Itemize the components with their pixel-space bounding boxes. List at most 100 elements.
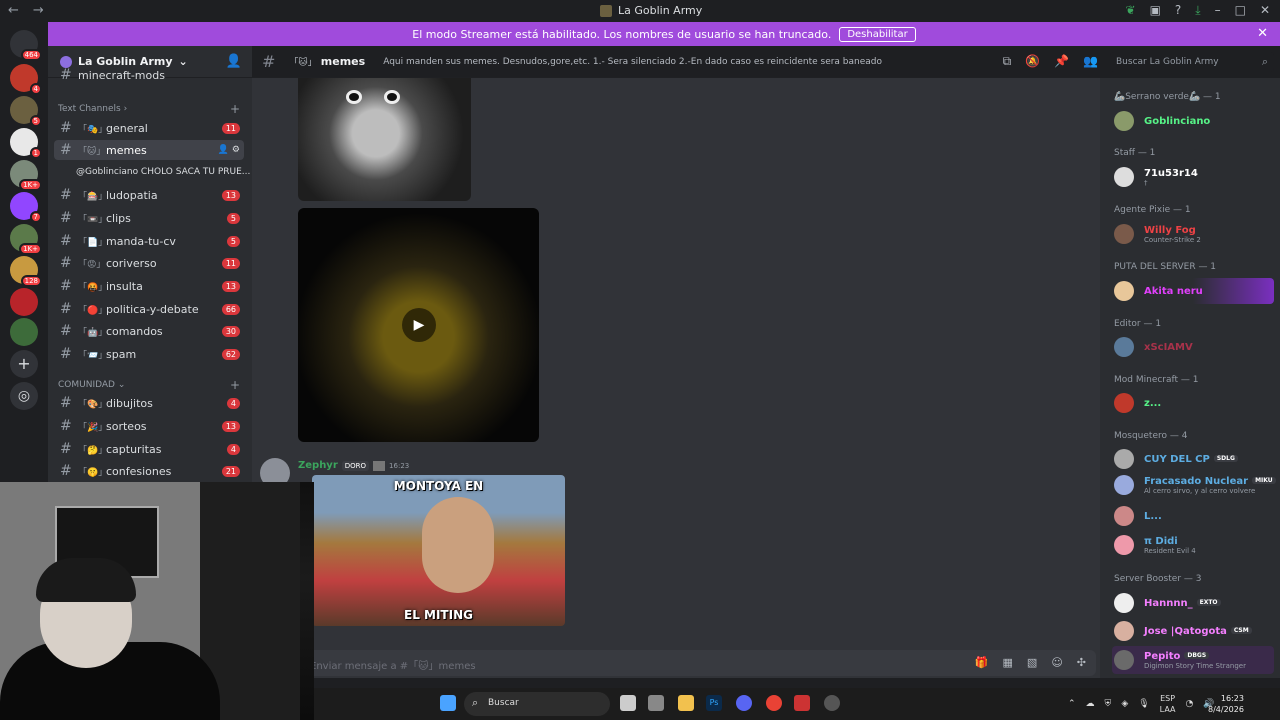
hash-icon: # — [60, 463, 72, 479]
thread-item[interactable]: @Goblinciano CHOLO SACA TU PRUE... — [76, 167, 250, 177]
channel-item[interactable]: # 「📄」 manda-tu-cv 5 — [54, 231, 244, 251]
channel-item[interactable]: # 「🔴」 politica-y-debate 66 — [54, 299, 244, 319]
emoji-icon[interactable]: ☺ — [1051, 656, 1062, 669]
server-icon[interactable]: 1K+ — [10, 224, 42, 255]
video-attachment[interactable]: ▶ — [298, 208, 539, 442]
banner-close-icon[interactable]: ✕ — [1257, 26, 1268, 41]
member-item[interactable]: Fracasado Nuclear MIKU Al cerro sirvo, y a… — [1112, 472, 1276, 498]
taskbar-clock[interactable]: 16:23 8/4/2026 — [1208, 693, 1244, 715]
invite-icon[interactable]: 👤 — [226, 54, 242, 69]
server-icon[interactable]: 1 — [10, 128, 42, 159]
help-icon[interactable]: ? — [1175, 3, 1181, 18]
wifi-icon[interactable]: ◔ — [1185, 699, 1193, 709]
search-input[interactable]: Buscar La Goblin Army ⌕ — [1110, 52, 1274, 72]
member-item[interactable]: 71u53r14 † — [1112, 164, 1276, 190]
channel-item[interactable]: # 「📨」 spam 62 — [54, 344, 244, 364]
server-icon[interactable] — [10, 318, 38, 346]
channel-item[interactable]: # 「🤫」 confesiones 21 — [54, 461, 244, 481]
cloud-icon[interactable]: ☁ — [1086, 699, 1095, 709]
taskbar-search[interactable]: ⌕ Buscar — [464, 692, 610, 716]
channel-item[interactable]: # 「🤬」 insulta 13 — [54, 276, 244, 296]
channel-item-active[interactable]: # 「🐱」 memes 👤 ⚙ — [54, 140, 244, 160]
minimize-icon[interactable]: – — [1215, 3, 1221, 18]
task-view-icon[interactable] — [620, 695, 636, 711]
role-header: Editor — 1 — [1114, 319, 1162, 329]
download-icon[interactable]: ⤓ — [1195, 3, 1200, 18]
maximize-icon[interactable]: □ — [1235, 3, 1246, 18]
channel-item[interactable]: # 「🎭」 general 11 — [54, 118, 244, 138]
leaf-icon[interactable]: ❦ — [1126, 3, 1136, 18]
message-input[interactable]: Enviar mensaje a #「🐱」memes 🎁 ▦ ▧ ☺ ✣ — [300, 650, 1096, 676]
mute-bell-icon[interactable]: 🔕 — [1025, 54, 1040, 69]
disable-button[interactable]: Deshabilitar — [839, 26, 916, 42]
image-attachment[interactable] — [298, 78, 471, 201]
gif-icon[interactable]: ▦ — [1003, 656, 1013, 669]
channel-topic[interactable]: Aqui manden sus memes. Desnudos,gore,etc… — [383, 57, 1003, 67]
shield-icon[interactable]: ⛨ — [1105, 699, 1112, 709]
server-icon[interactable] — [10, 288, 38, 316]
explore-icon[interactable]: ◎ — [10, 382, 38, 410]
server-icon[interactable]: 128 — [10, 256, 42, 287]
member-item[interactable]: L... — [1112, 503, 1276, 529]
close-icon[interactable]: ✕ — [1260, 3, 1270, 18]
photoshop-icon[interactable]: Ps — [706, 695, 722, 711]
member-item[interactable]: Goblinciano — [1112, 108, 1276, 134]
inbox-icon[interactable]: ▣ — [1150, 3, 1161, 18]
server-icon[interactable]: 1K+ — [10, 160, 42, 191]
sticker-icon[interactable]: ▧ — [1027, 656, 1037, 669]
member-item[interactable]: π Didi Resident Evil 4 — [1112, 532, 1276, 558]
channel-item[interactable]: # 「🎨」 dibujitos 4 — [54, 393, 244, 413]
member-item[interactable]: Akita neru — [1112, 278, 1274, 304]
server-icon[interactable]: 4 — [10, 64, 42, 95]
member-item[interactable]: z... — [1112, 390, 1276, 416]
app-icon[interactable] — [648, 695, 664, 711]
language-indicator[interactable]: ESP LAA — [1160, 693, 1176, 715]
chrome-icon[interactable] — [766, 695, 782, 711]
message-time: 16:23 — [389, 461, 410, 470]
threads-icon[interactable]: ⧉ — [1003, 54, 1012, 69]
app-icon[interactable] — [794, 695, 810, 711]
twitch-server-icon[interactable]: 7 — [10, 192, 42, 223]
members-icon[interactable]: 👥 — [1083, 54, 1098, 69]
member-name: Pepito DBGS — [1144, 651, 1246, 662]
member-item[interactable]: Pepito DBGS Digimon Story Time Stranger — [1112, 646, 1274, 674]
member-name: Hannnn_ EXTO — [1144, 598, 1221, 609]
app-icon[interactable]: ◈ — [1121, 699, 1128, 709]
chevron-up-icon[interactable]: ⌃ — [1068, 699, 1076, 709]
add-server-icon[interactable]: + — [10, 350, 38, 378]
pin-icon[interactable]: 📌 — [1054, 54, 1069, 69]
windows-start-icon[interactable] — [440, 695, 456, 711]
add-channel-icon[interactable]: + — [230, 102, 240, 116]
add-channel-icon[interactable]: + — [230, 378, 240, 392]
gift-icon[interactable]: 🎁 — [975, 656, 989, 669]
channel-item[interactable]: # minecraft-mods — [54, 68, 244, 82]
back-arrow-icon[interactable]: ← — [8, 3, 19, 18]
channel-item[interactable]: # 「🎰」 ludopatia 13 — [54, 185, 244, 205]
channel-item[interactable]: # 「😡」 coriverso 11 — [54, 253, 244, 273]
channel-settings-icon[interactable]: 👤 ⚙ — [218, 145, 240, 155]
member-item[interactable]: xScIAMV — [1112, 334, 1276, 360]
category-header[interactable]: COMUNIDAD ⌄ + — [58, 378, 240, 392]
dm-button[interactable]: 464 — [10, 30, 42, 61]
member-item[interactable]: Hannnn_ EXTO — [1112, 590, 1276, 616]
meme-image[interactable]: MONTOYA EN EL MITING — [312, 475, 565, 626]
discord-icon[interactable] — [736, 695, 752, 711]
play-icon[interactable]: ▶ — [402, 308, 436, 342]
channel-item[interactable]: # 「🤔」 capturitas 4 — [54, 439, 244, 459]
member-name: Akita neru — [1144, 285, 1203, 297]
server-icon[interactable]: 5 — [10, 96, 42, 127]
message-author[interactable]: Zephyr — [298, 460, 338, 471]
apps-icon[interactable]: ✣ — [1077, 656, 1086, 669]
forward-arrow-icon[interactable]: → — [33, 3, 44, 18]
mic-icon[interactable]: 🎙 — [1138, 699, 1149, 709]
channel-item[interactable]: # 「🎉」 sorteos 13 — [54, 416, 244, 436]
app-icon[interactable] — [824, 695, 840, 711]
member-item[interactable]: Willy Fog Counter-Strike 2 — [1112, 221, 1276, 247]
channel-item[interactable]: # 「📼」 clips 5 — [54, 208, 244, 228]
channel-item[interactable]: # 「🤖」 comandos 30 — [54, 321, 244, 341]
file-explorer-icon[interactable] — [678, 695, 694, 711]
channel-emoji: 「🤖」 — [78, 327, 108, 338]
category-header[interactable]: Text Channels › + — [58, 102, 240, 116]
member-item[interactable]: CUY DEL CP SDLG — [1112, 446, 1276, 472]
member-item[interactable]: Jose |Qatogota CSM — [1112, 618, 1276, 644]
